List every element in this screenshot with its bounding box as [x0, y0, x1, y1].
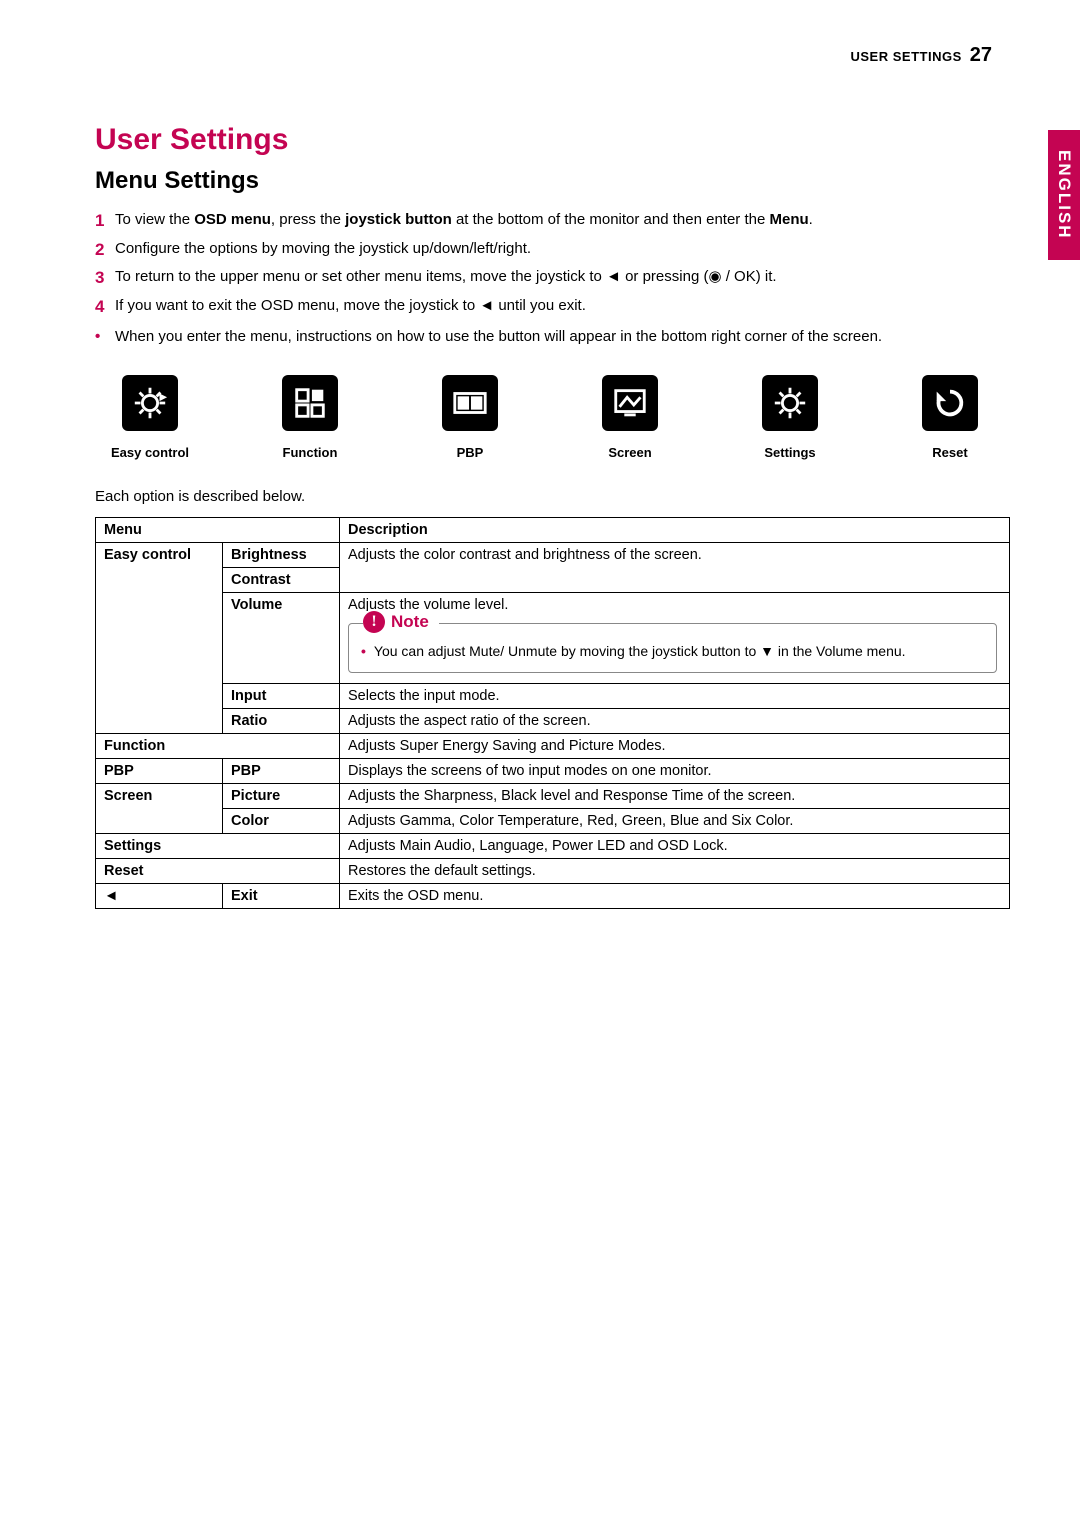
reset-icon: [922, 375, 978, 431]
icon-label: Easy control: [111, 445, 189, 460]
bullet-dot-icon: •: [361, 642, 366, 662]
menu-icon-function: Function: [265, 375, 355, 460]
note-legend: ! Note: [363, 611, 439, 633]
cell-contrast: Contrast: [223, 568, 340, 593]
cell-function: Function: [96, 733, 340, 758]
icon-label: Function: [283, 445, 338, 460]
cell-volume: Volume: [223, 593, 340, 684]
cell-input-desc: Selects the input mode.: [340, 683, 1010, 708]
cell-reset-desc: Restores the default settings.: [340, 858, 1010, 883]
cell-easy-control: Easy control: [96, 543, 223, 734]
step-number: 1: [95, 209, 115, 234]
menu-icon-settings: Settings: [745, 375, 835, 460]
cell-exit: Exit: [223, 883, 340, 908]
menu-icon-screen: Screen: [585, 375, 675, 460]
cell-ratio-desc: Adjusts the aspect ratio of the screen.: [340, 708, 1010, 733]
easy-control-icon: [122, 375, 178, 431]
cell-brightness: Brightness: [223, 543, 340, 568]
bullet-dot-icon: •: [95, 326, 115, 348]
cell-pbp-sub: PBP: [223, 758, 340, 783]
note-label: Note: [391, 612, 429, 632]
cell-function-desc: Adjusts Super Energy Saving and Picture …: [340, 733, 1010, 758]
cell-screen: Screen: [96, 783, 223, 833]
note-box: ! Note • You can adjust Mute/ Unmute by …: [348, 623, 997, 673]
section-subtitle: Menu Settings: [95, 167, 1010, 195]
cell-color-desc: Adjusts Gamma, Color Temperature, Red, G…: [340, 808, 1010, 833]
cell-ratio: Ratio: [223, 708, 340, 733]
icon-label: PBP: [457, 445, 484, 460]
table-intro-text: Each option is described below.: [95, 488, 1010, 505]
menu-description-table: Menu Description Easy control Brightness…: [95, 517, 1010, 909]
cell-pbp-desc: Displays the screens of two input modes …: [340, 758, 1010, 783]
language-tab: ENGLISH: [1048, 130, 1080, 260]
cell-settings-desc: Adjusts Main Audio, Language, Power LED …: [340, 833, 1010, 858]
function-icon: [282, 375, 338, 431]
table-header-menu: Menu: [96, 518, 340, 543]
menu-icon-reset: Reset: [905, 375, 995, 460]
step-number: 3: [95, 266, 115, 291]
header-section: USER SETTINGS: [851, 49, 962, 64]
step-3-text: To return to the upper menu or set other…: [115, 266, 1010, 288]
step-1-text: To view the OSD menu, press the joystick…: [115, 209, 1010, 231]
cell-input: Input: [223, 683, 340, 708]
cell-back-arrow: ◄: [96, 883, 223, 908]
menu-icon-pbp: PBP: [425, 375, 515, 460]
step-bullet-text: When you enter the menu, instructions on…: [115, 326, 882, 348]
cell-brightness-desc: Adjusts the color contrast and brightnes…: [340, 543, 1010, 593]
page-title: User Settings: [95, 123, 1010, 157]
cell-pbp: PBP: [96, 758, 223, 783]
menu-icon-row: Easy control Function PBP Screen: [95, 375, 1010, 460]
step-note-bullet: • When you enter the menu, instructions …: [95, 326, 1010, 348]
cell-settings: Settings: [96, 833, 340, 858]
page-header: USER SETTINGS 27: [95, 44, 1010, 67]
cell-volume-desc: Adjusts the volume level. ! Note • You c…: [340, 593, 1010, 684]
note-text: You can adjust Mute/ Unmute by moving th…: [374, 642, 906, 662]
step-number: 4: [95, 295, 115, 320]
menu-icon-easy-control: Easy control: [105, 375, 195, 460]
icon-label: Reset: [932, 445, 967, 460]
pbp-icon: [442, 375, 498, 431]
step-2-text: Configure the options by moving the joys…: [115, 238, 1010, 260]
step-number: 2: [95, 238, 115, 263]
instruction-steps: 1 To view the OSD menu, press the joysti…: [95, 209, 1010, 320]
settings-icon: [762, 375, 818, 431]
cell-picture: Picture: [223, 783, 340, 808]
cell-reset: Reset: [96, 858, 340, 883]
cell-exit-desc: Exits the OSD menu.: [340, 883, 1010, 908]
icon-label: Settings: [764, 445, 815, 460]
screen-icon: [602, 375, 658, 431]
table-header-description: Description: [340, 518, 1010, 543]
icon-label: Screen: [608, 445, 651, 460]
cell-picture-desc: Adjusts the Sharpness, Black level and R…: [340, 783, 1010, 808]
header-page-number: 27: [970, 44, 992, 67]
cell-color: Color: [223, 808, 340, 833]
note-exclamation-icon: !: [363, 611, 385, 633]
step-4-text: If you want to exit the OSD menu, move t…: [115, 295, 1010, 317]
